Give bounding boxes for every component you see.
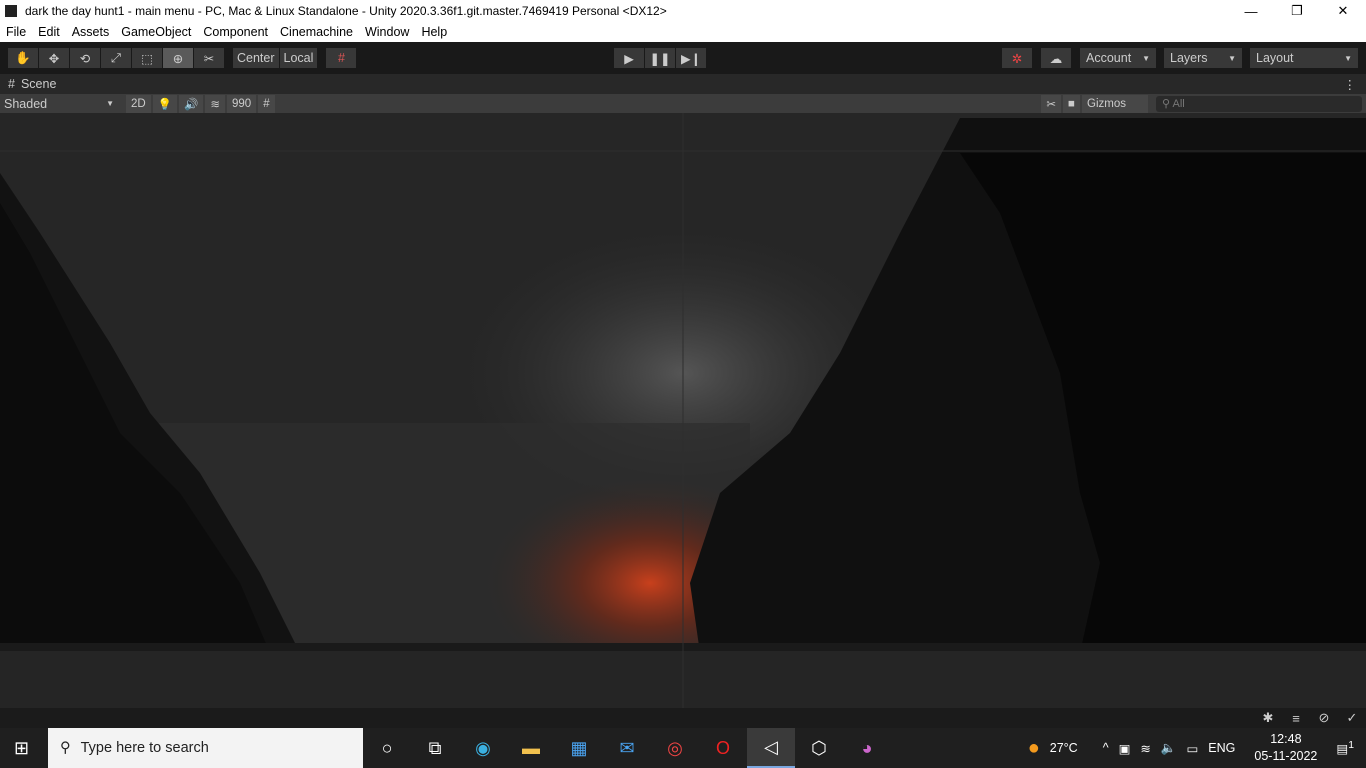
layout-dropdown[interactable]: Layout bbox=[1250, 48, 1358, 68]
notifications-icon[interactable]: ▤1 bbox=[1336, 740, 1354, 756]
task-view-icon[interactable]: ⧉ bbox=[411, 728, 459, 768]
window-title: dark the day hunt1 - main menu - PC, Mac… bbox=[25, 4, 667, 18]
windows-start-icon[interactable]: ⊞ bbox=[14, 738, 29, 759]
language-indicator[interactable]: ENG bbox=[1208, 741, 1235, 755]
account-dropdown[interactable]: Account bbox=[1080, 48, 1156, 68]
tab-scene[interactable]: Scene bbox=[21, 77, 56, 91]
minimize-button[interactable]: — bbox=[1228, 0, 1274, 22]
hidden-objects-count[interactable]: 990 bbox=[227, 94, 257, 113]
scale-tool-icon[interactable]: ⤢ bbox=[101, 48, 131, 68]
tools-icon[interactable]: ✂ bbox=[1041, 94, 1062, 113]
menu-cinemachine[interactable]: Cinemachine bbox=[274, 25, 359, 39]
chrome-icon[interactable]: ◎ bbox=[651, 728, 699, 768]
scene-view-toolbar: Shaded 2D 💡 🔊 ≋ 990 # ✂ ■ Gizmos ⚲ All bbox=[0, 93, 1366, 114]
pivot-local-button[interactable]: Local bbox=[279, 48, 318, 68]
unity-logo-icon bbox=[5, 5, 17, 17]
scene-search-input[interactable]: ⚲ All bbox=[1156, 96, 1362, 112]
effects-toggle-icon[interactable]: ≋ bbox=[205, 94, 225, 113]
scene-render bbox=[0, 113, 1366, 708]
close-button[interactable]: ✕ bbox=[1320, 0, 1366, 22]
audio-toggle-icon[interactable]: 🔊 bbox=[179, 94, 204, 113]
file-explorer-icon[interactable]: ▬ bbox=[507, 728, 555, 768]
cloud-icon[interactable]: ☁ bbox=[1041, 48, 1071, 68]
pause-button[interactable]: ❚❚ bbox=[645, 48, 675, 68]
temperature[interactable]: 27°C bbox=[1050, 741, 1078, 755]
hand-tool-icon[interactable]: ✋ bbox=[8, 48, 38, 68]
camera-tray-icon[interactable]: ▣ bbox=[1119, 741, 1131, 756]
collab-icon[interactable]: ✲ bbox=[1002, 48, 1032, 68]
bug-icon[interactable]: ✱ bbox=[1254, 710, 1282, 726]
layers-dropdown[interactable]: Layers bbox=[1164, 48, 1242, 68]
menu-component[interactable]: Component bbox=[197, 25, 274, 39]
search-placeholder: All bbox=[1172, 98, 1185, 110]
search-placeholder: Type here to search bbox=[80, 740, 209, 756]
notification-count: 1 bbox=[1348, 739, 1354, 751]
date: 05-11-2022 bbox=[1254, 749, 1318, 763]
transform-tool-icon[interactable]: ⊕ bbox=[163, 48, 193, 68]
windows-taskbar: ⊞ ⚲ Type here to search ○ ⧉ ◉ ▬ ▦ ✉ ◎ O … bbox=[0, 728, 1366, 768]
menu-edit[interactable]: Edit bbox=[32, 25, 66, 39]
rect-tool-icon[interactable]: ⬚ bbox=[132, 48, 162, 68]
unity-icon[interactable]: ◁ bbox=[747, 728, 795, 768]
scene-viewport[interactable] bbox=[0, 113, 1366, 708]
more-options-icon[interactable]: ⋮ bbox=[1344, 77, 1357, 92]
cortana-icon[interactable]: ○ bbox=[363, 728, 411, 768]
grid-snap-icon[interactable]: # bbox=[326, 48, 357, 68]
grid-toggle-icon[interactable]: # bbox=[258, 94, 275, 113]
store-icon[interactable]: ▦ bbox=[555, 728, 603, 768]
battery-icon[interactable]: ▭ bbox=[1186, 741, 1198, 756]
auto-generate-icon[interactable]: ⊘ bbox=[1310, 710, 1338, 726]
cache-icon[interactable]: ≡ bbox=[1282, 711, 1310, 726]
scene-tab-bar: # Scene ⋮ bbox=[0, 74, 1366, 94]
menu-file[interactable]: File bbox=[0, 25, 32, 39]
menu-window[interactable]: Window bbox=[359, 25, 415, 39]
search-icon: ⚲ bbox=[60, 740, 71, 756]
menu-gameobject[interactable]: GameObject bbox=[115, 25, 197, 39]
gizmos-dropdown[interactable]: Gizmos bbox=[1082, 94, 1148, 113]
pivot-center-button[interactable]: Center bbox=[233, 48, 279, 68]
maximize-button[interactable]: ❐ bbox=[1274, 0, 1320, 22]
step-button[interactable]: ▶❙ bbox=[676, 48, 706, 68]
clock[interactable]: 12:48 05-11-2022 bbox=[1254, 731, 1317, 765]
shading-mode-dropdown[interactable]: Shaded bbox=[0, 93, 120, 114]
move-tool-icon[interactable]: ✥ bbox=[39, 48, 69, 68]
check-icon[interactable]: ✓ bbox=[1338, 710, 1366, 726]
rotate-tool-icon[interactable]: ⟲ bbox=[70, 48, 100, 68]
show-hidden-icons-icon[interactable]: ^ bbox=[1103, 741, 1109, 755]
volume-icon[interactable]: 🔈 bbox=[1161, 741, 1177, 756]
wifi-icon[interactable]: ≋ bbox=[1140, 741, 1150, 756]
opera-icon[interactable]: O bbox=[699, 728, 747, 768]
mail-icon[interactable]: ✉ bbox=[603, 728, 651, 768]
play-button[interactable]: ▶ bbox=[614, 48, 644, 68]
camera-icon[interactable]: ■ bbox=[1063, 94, 1080, 113]
2d-toggle[interactable]: 2D bbox=[126, 94, 151, 113]
main-toolbar: ✋ ✥ ⟲ ⤢ ⬚ ⊕ ✂ Center Local # ▶ ❚❚ ▶❙ ✲ ☁… bbox=[0, 42, 1366, 74]
menu-bar: File Edit Assets GameObject Component Ci… bbox=[0, 22, 1366, 42]
edge-icon[interactable]: ◉ bbox=[459, 728, 507, 768]
weather-icon[interactable]: ● bbox=[1028, 737, 1040, 760]
custom-tool-icon[interactable]: ✂ bbox=[194, 48, 224, 68]
status-bar: ✱ ≡ ⊘ ✓ bbox=[0, 708, 1366, 728]
scene-tab-icon: # bbox=[8, 77, 15, 91]
menu-assets[interactable]: Assets bbox=[66, 25, 116, 39]
taskbar-search-input[interactable]: ⚲ Type here to search bbox=[48, 728, 363, 768]
paint-app-icon[interactable]: ◕ bbox=[843, 728, 891, 768]
lighting-toggle-icon[interactable]: 💡 bbox=[152, 94, 178, 113]
unity-hub-icon[interactable]: ⬡ bbox=[795, 728, 843, 768]
time: 12:48 bbox=[1270, 732, 1302, 746]
menu-help[interactable]: Help bbox=[415, 25, 453, 39]
title-bar: dark the day hunt1 - main menu - PC, Mac… bbox=[0, 0, 1366, 22]
